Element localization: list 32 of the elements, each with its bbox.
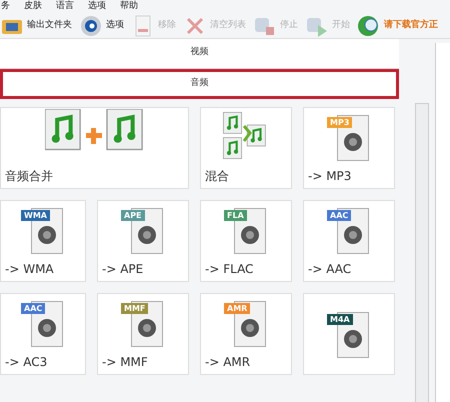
tile-label: -> FLAC xyxy=(205,260,254,278)
format-tile[interactable]: 混合 xyxy=(200,106,292,188)
tile-label: -> WMA xyxy=(5,260,55,278)
format-tile[interactable]: MMF -> MMF xyxy=(97,292,189,374)
menu-item[interactable]: 务 xyxy=(1,0,10,14)
menu-item[interactable]: 帮助 xyxy=(120,0,138,14)
format-tile[interactable]: MP3 -> MP3 xyxy=(303,106,395,188)
tile-label: -> AMR xyxy=(205,354,252,370)
format-tile[interactable]: FLA -> FLAC xyxy=(200,200,292,282)
format-tile[interactable]: AAC -> AAC xyxy=(303,200,395,282)
tile-label: -> AAC xyxy=(308,260,352,278)
toolbar-button[interactable]: 输出文件夹 xyxy=(0,14,72,38)
category-bar[interactable]: 音频 xyxy=(0,68,399,98)
format-tile[interactable]: AMR -> AMR xyxy=(200,292,292,374)
toolbar-button[interactable]: 选项 xyxy=(79,14,124,38)
settings-icon xyxy=(79,14,103,38)
format-tile[interactable]: M4A xyxy=(303,292,395,374)
globe-icon xyxy=(357,14,381,38)
tile-label: -> MMF xyxy=(102,354,149,370)
menu-item[interactable]: 选项 xyxy=(88,0,106,14)
tile-label: 混合 xyxy=(205,168,230,184)
tile-label: 音频合并 xyxy=(5,168,54,184)
format-tile[interactable]: AAC -> AC3 xyxy=(0,292,86,374)
tile-label: -> APE xyxy=(102,260,144,278)
menu-item[interactable]: 语言 xyxy=(56,0,74,14)
tile-label: -> MP3 xyxy=(308,168,352,184)
format-tile[interactable]: APE -> APE xyxy=(97,200,189,282)
category-bar[interactable]: 视频 xyxy=(0,38,399,68)
format-tile[interactable]: 音频合并 xyxy=(0,106,189,188)
menu-item[interactable]: 皮肤 xyxy=(24,0,42,14)
format-tile[interactable]: WMA -> WMA xyxy=(0,200,86,282)
tile-label: -> AC3 xyxy=(5,354,48,370)
